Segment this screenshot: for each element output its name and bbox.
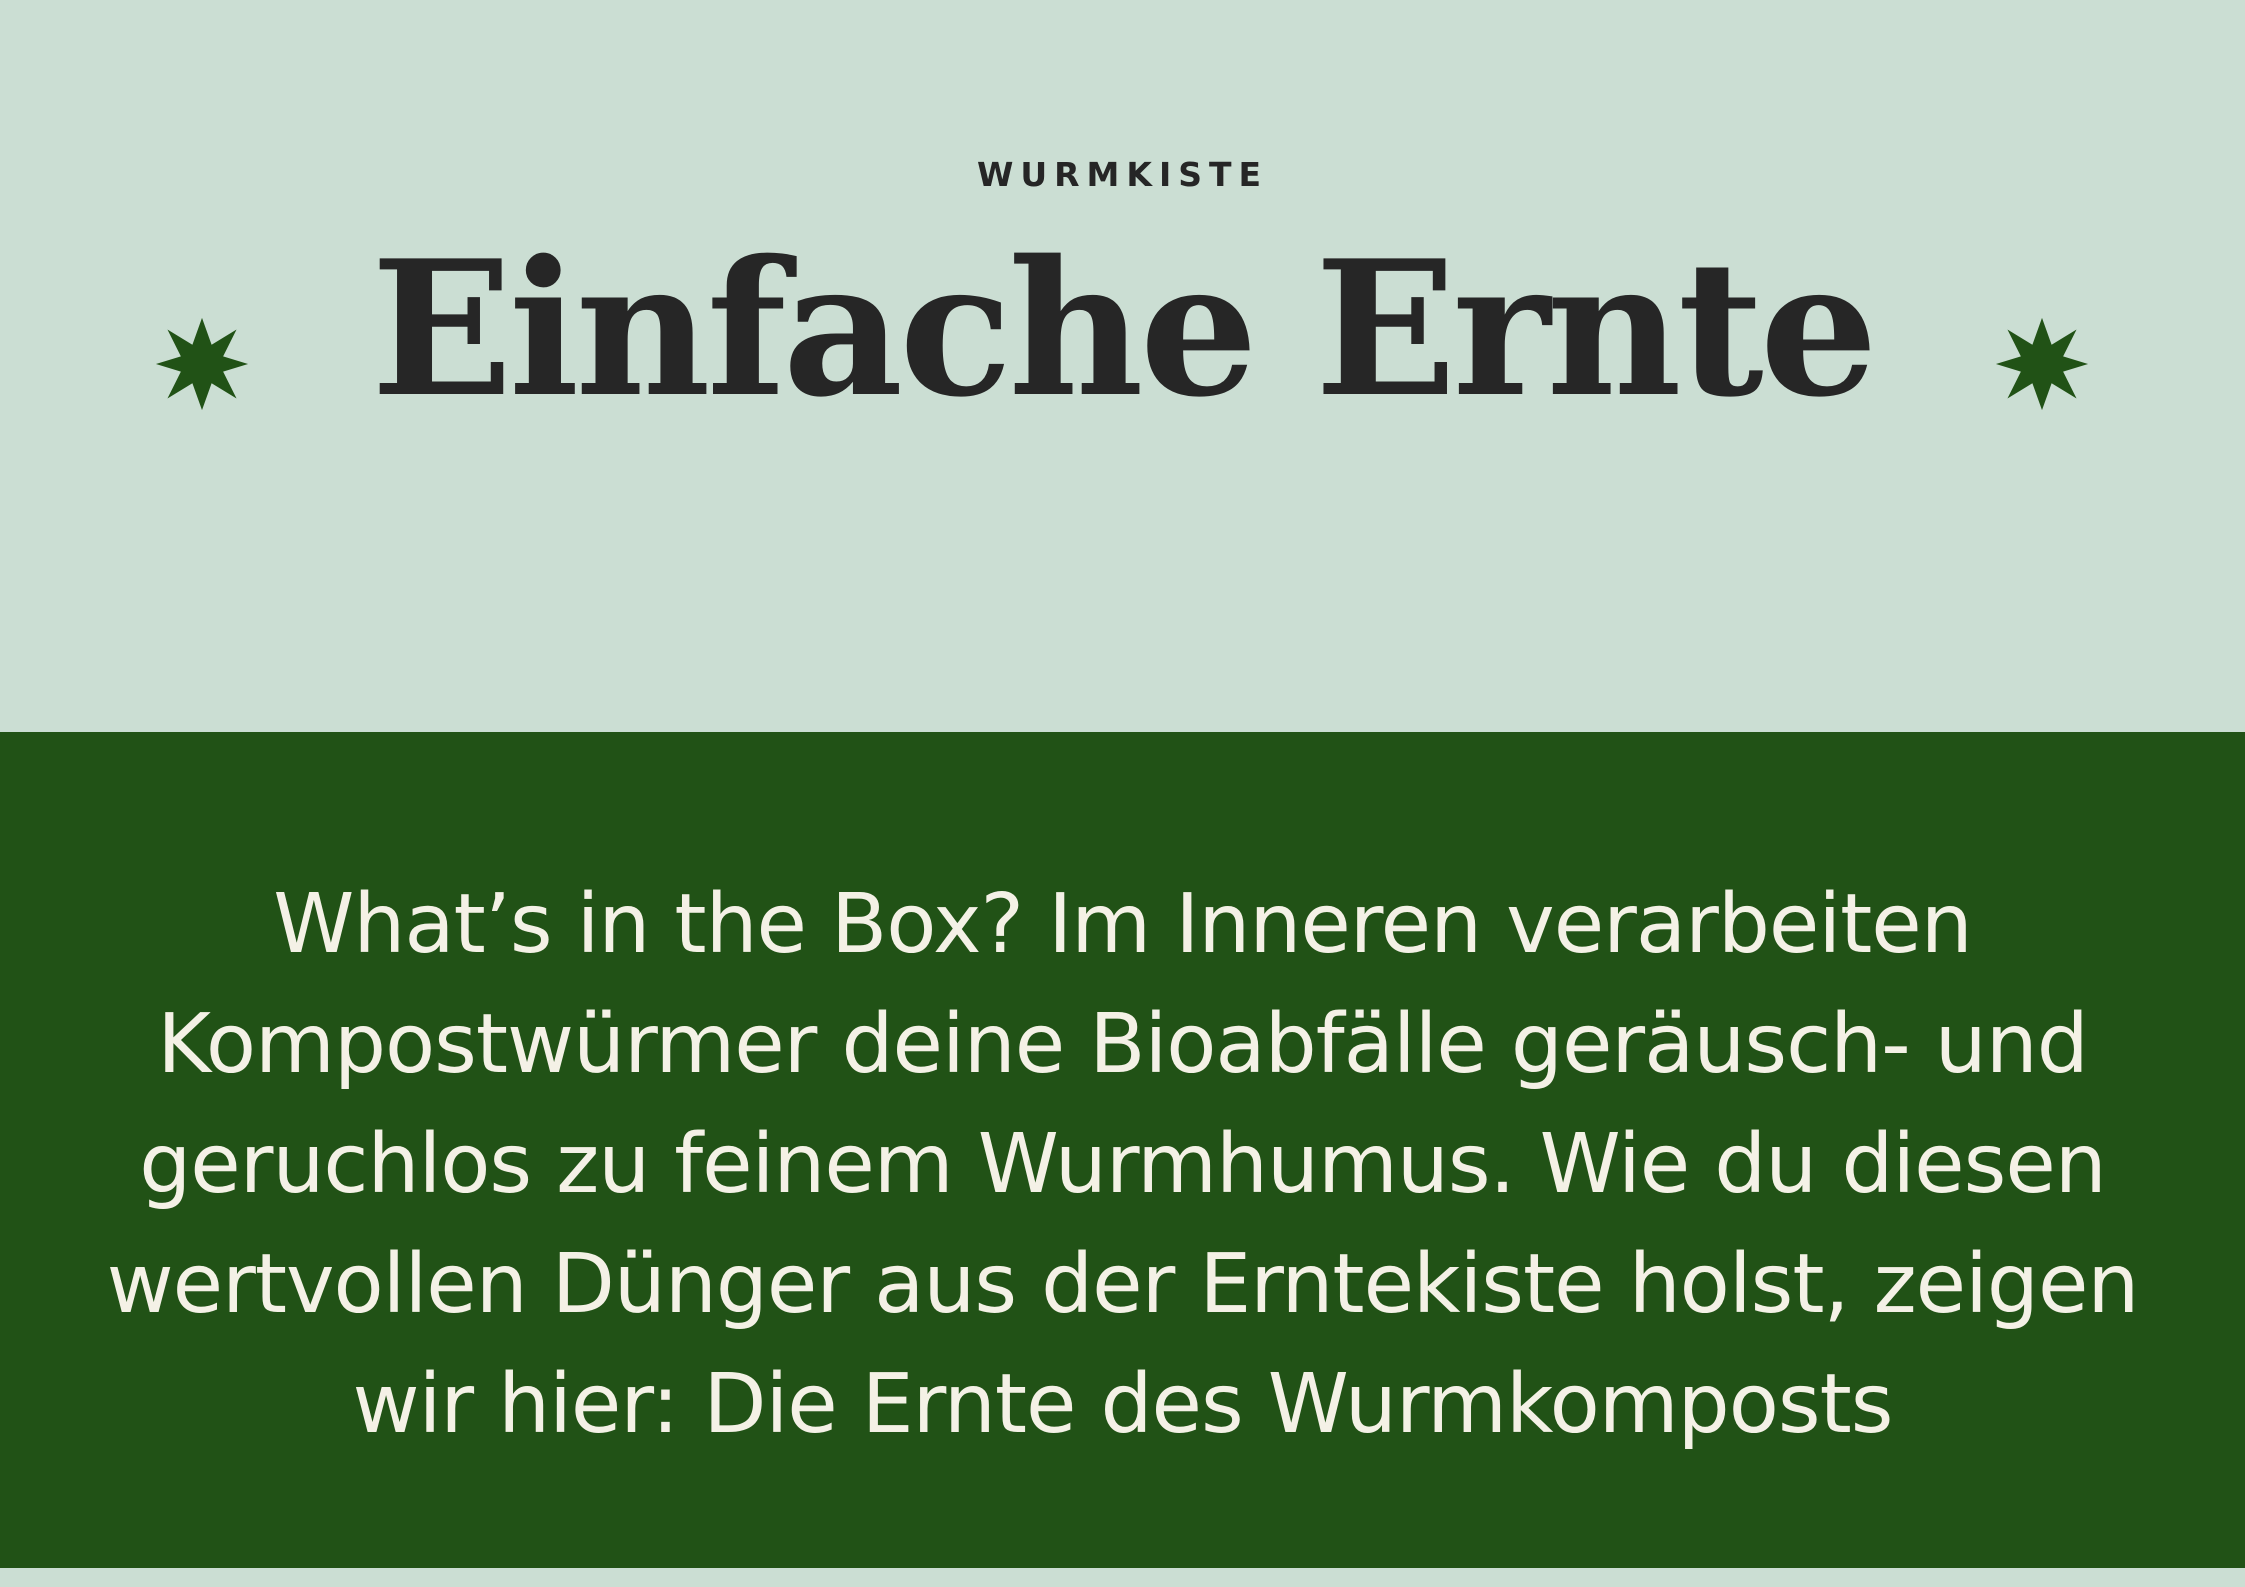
star-burst-icon (1995, 317, 2089, 411)
description-text: What’s in the Box? Im Inneren verarbeite… (106, 877, 2140, 1452)
eyebrow-label: WURMKISTE (976, 155, 1269, 194)
page-title: Einfache Ernte (370, 219, 1878, 438)
header-section: WURMKISTE Einfache Ernte (0, 0, 2245, 732)
description-panel: What’s in the Box? Im Inneren verarbeite… (0, 732, 2245, 1568)
